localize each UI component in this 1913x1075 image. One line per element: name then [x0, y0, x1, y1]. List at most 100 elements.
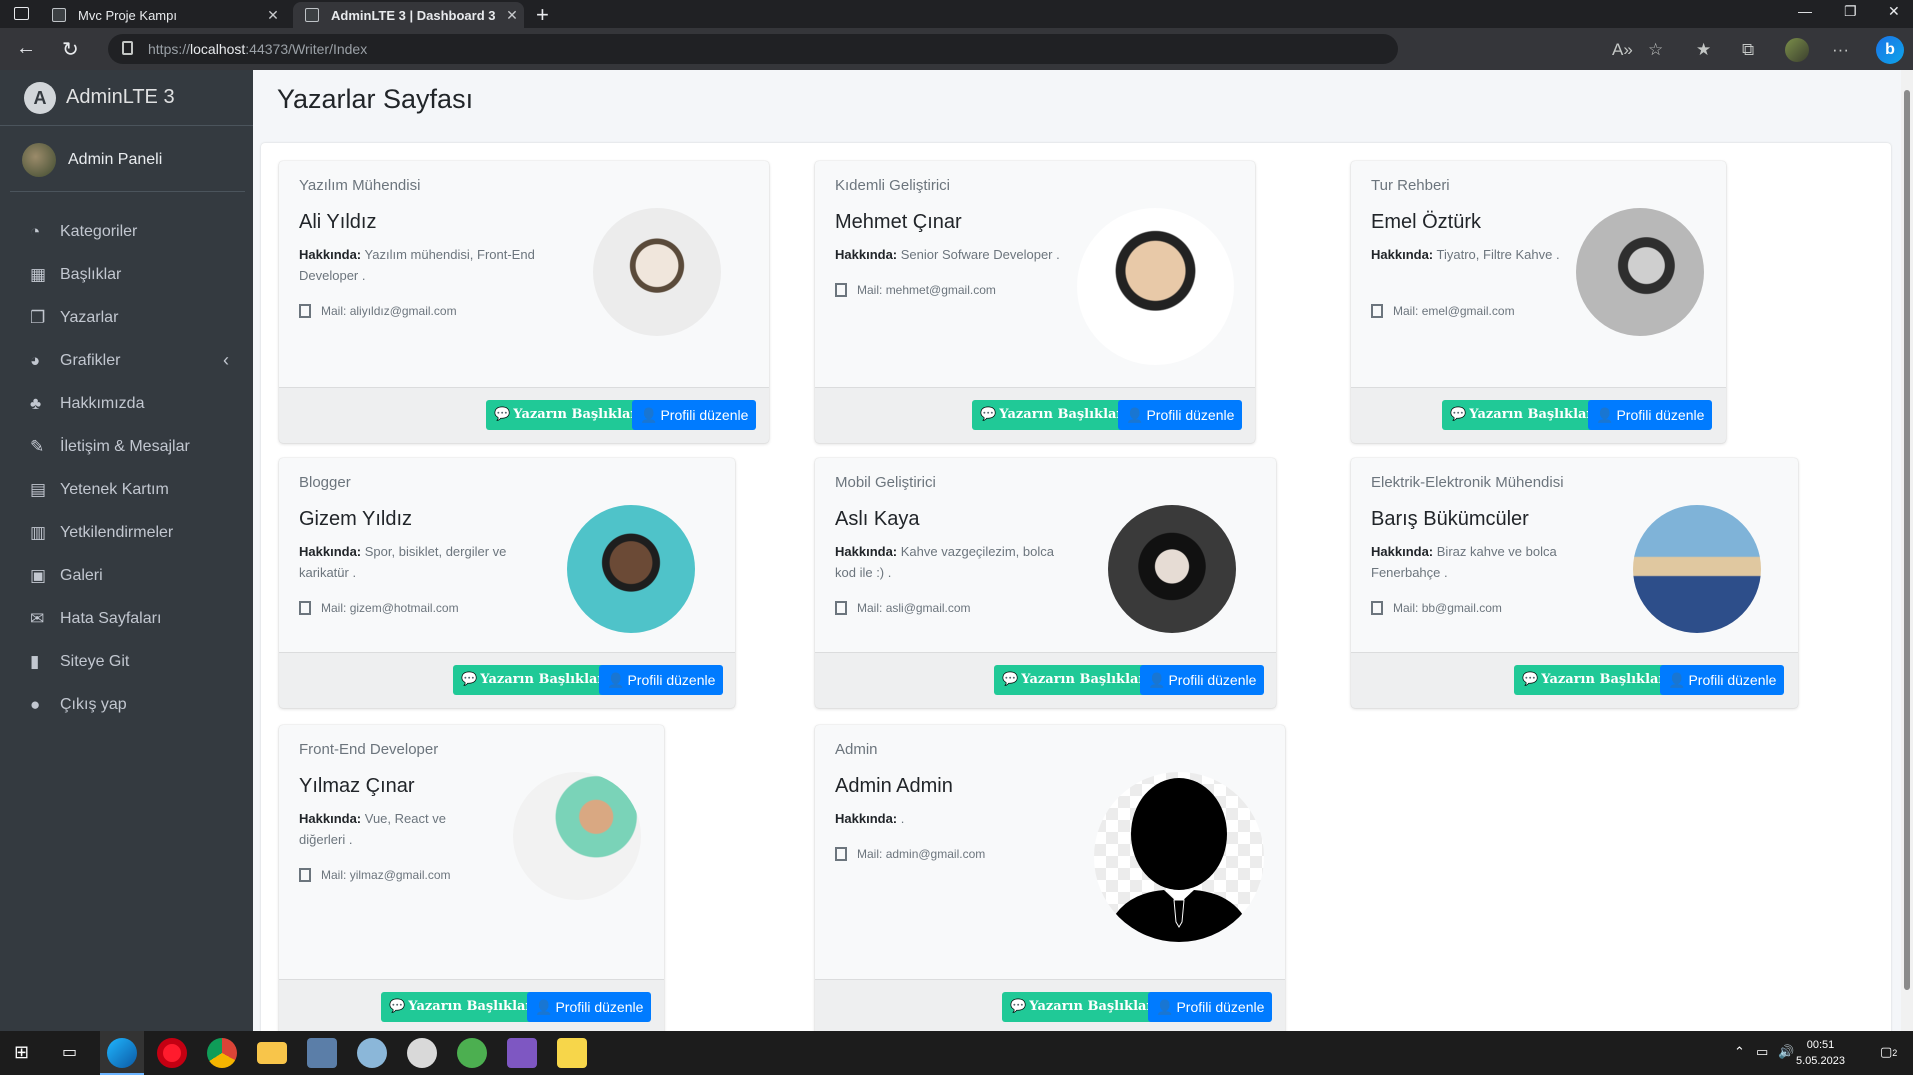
edit-profile-button[interactable]: 👤 Profili düzenle	[632, 400, 757, 430]
sidebar-item-iletisim[interactable]: ✎ İletişim & Mesajlar	[0, 425, 253, 468]
user-panel[interactable]: Admin Paneli	[10, 128, 245, 192]
bing-icon[interactable]: b	[1876, 36, 1904, 64]
card-footer: 💬 Yazarın Başlıkları 👤 Profili düzenle	[1351, 387, 1726, 443]
edit-profile-button[interactable]: 👤 Profili düzenle	[527, 992, 652, 1022]
writer-name: Ali Yıldız	[299, 211, 377, 233]
browser-tab-dashboard[interactable]: AdminLTE 3 | Dashboard 3 ✕	[293, 2, 524, 28]
minimize-icon[interactable]: —	[1798, 3, 1812, 19]
sidebar-item-grafikler[interactable]: ◕ Grafikler ‹	[0, 339, 253, 382]
sidebar-item-yazarlar[interactable]: ❐ Yazarlar	[0, 296, 253, 339]
sidebar-item-label: Başlıklar	[60, 265, 122, 283]
sidebar-item-yetenek-kartim[interactable]: ▤ Yetenek Kartım	[0, 468, 253, 511]
taskbar-clock[interactable]: 00:51 5.05.2023	[1796, 1037, 1845, 1069]
user-icon: 👤	[1148, 673, 1166, 689]
sidebar-item-label: Yetenek Kartım	[60, 480, 169, 498]
mail-label: Mail:	[857, 601, 883, 615]
collections-icon[interactable]: ⧉	[1742, 40, 1754, 60]
sidebar-item-label: Hakkımızda	[60, 394, 145, 412]
writer-titles-button[interactable]: 💬 Yazarın Başlıkları	[1514, 665, 1679, 695]
comments-icon: 💬	[494, 407, 511, 422]
edit-profile-button[interactable]: 👤 Profili düzenle	[599, 665, 724, 695]
writer-name: Yılmaz Çınar	[299, 775, 415, 797]
writer-titles-button[interactable]: 💬 Yazarın Başlıkları	[486, 400, 651, 430]
mail-label: Mail:	[857, 847, 883, 861]
close-tab-icon[interactable]: ✕	[261, 7, 285, 24]
sidebar-item-cikis[interactable]: ● Çıkış yap	[0, 683, 253, 726]
calculator-icon[interactable]	[307, 1038, 337, 1068]
add-favorite-icon[interactable]: ☆	[1648, 40, 1663, 60]
close-window-icon[interactable]: ✕	[1888, 3, 1900, 20]
building-icon	[299, 868, 311, 882]
building-icon	[299, 601, 311, 615]
refresh-icon[interactable]: ↻	[62, 37, 79, 62]
writer-photo	[1633, 505, 1761, 633]
url-scheme: https://	[148, 41, 191, 57]
network-icon[interactable]: ▭	[1756, 1044, 1768, 1060]
utorrent-icon[interactable]	[457, 1038, 487, 1068]
volume-icon[interactable]: 🔊	[1778, 1044, 1794, 1060]
browser-tab-bar: Mvc Proje Kampı ✕ AdminLTE 3 | Dashboard…	[0, 0, 1913, 28]
brand-link[interactable]: A AdminLTE 3	[0, 70, 253, 126]
writer-titles-button[interactable]: 💬 Yazarın Başlıkları	[972, 400, 1137, 430]
user-avatar	[22, 142, 56, 177]
writer-titles-button[interactable]: 💬 Yazarın Başlıkları	[994, 665, 1159, 695]
opera-icon[interactable]	[157, 1038, 187, 1068]
writer-titles-button[interactable]: 💬 Yazarın Başlıkları	[453, 665, 618, 695]
chevron-up-icon[interactable]: ⌃	[1734, 1044, 1745, 1060]
url-bar[interactable]: https://localhost:44373/Writer/Index	[108, 34, 1398, 64]
page-scrollbar[interactable]	[1901, 70, 1913, 1031]
about-label: Hakkında:	[835, 247, 898, 262]
edit-profile-button[interactable]: 👤 Profili düzenle	[1660, 665, 1785, 695]
visual-studio-icon[interactable]	[507, 1038, 537, 1068]
snipping-tool-icon[interactable]	[407, 1038, 437, 1068]
sql-server-icon[interactable]	[557, 1038, 587, 1068]
chevron-left-icon: ‹	[223, 350, 229, 370]
notification-icon[interactable]: ▢2	[1880, 1044, 1897, 1060]
edit-profile-button[interactable]: 👤 Profili düzenle	[1148, 992, 1273, 1022]
writer-role: Tur Rehberi	[1371, 177, 1450, 194]
mail-label: Mail:	[1393, 304, 1419, 318]
scrollbar-thumb[interactable]	[1904, 90, 1910, 990]
writer-photo	[1077, 208, 1234, 365]
new-tab-icon[interactable]: +	[536, 2, 549, 28]
more-icon[interactable]: ···	[1832, 40, 1849, 60]
sidebar-item-siteye-git[interactable]: ▮ Siteye Git	[0, 640, 253, 683]
task-view-icon[interactable]: ▭	[62, 1042, 77, 1062]
browser-tab-mvc[interactable]: Mvc Proje Kampı ✕	[40, 2, 285, 28]
writer-titles-button[interactable]: 💬 Yazarın Başlıkları	[381, 992, 546, 1022]
close-tab-icon[interactable]: ✕	[500, 7, 524, 24]
sidebar-item-basliklar[interactable]: ▦ Başlıklar	[0, 253, 253, 296]
edit-profile-button[interactable]: 👤 Profili düzenle	[1588, 400, 1713, 430]
about-label: Hakkında:	[1371, 247, 1434, 262]
sidebar-item-kategoriler[interactable]: ◔ Kategoriler	[0, 210, 253, 253]
tab-actions-icon[interactable]	[14, 7, 29, 20]
sidebar-item-hakkimizda[interactable]: ♣ Hakkımızda	[0, 382, 253, 425]
edit-profile-button[interactable]: 👤 Profili düzenle	[1118, 400, 1243, 430]
windows-start-icon[interactable]: ⊞	[14, 1042, 29, 1063]
edit-profile-button[interactable]: 👤 Profili düzenle	[1140, 665, 1265, 695]
writer-titles-button[interactable]: 💬 Yazarın Başlıkları	[1002, 992, 1167, 1022]
writer-titles-button[interactable]: 💬 Yazarın Başlıkları	[1442, 400, 1607, 430]
clock-time: 00:51	[1806, 1039, 1835, 1051]
writer-name: Aslı Kaya	[835, 508, 920, 530]
writer-about: Hakkında: Yazılım mühendisi, Front-End D…	[299, 244, 564, 286]
writer-role: Mobil Geliştirici	[835, 474, 936, 491]
paint-icon[interactable]	[357, 1038, 387, 1068]
writer-card: Blogger Gizem Yıldız Hakkında: Spor, bis…	[279, 458, 735, 708]
read-aloud-icon[interactable]: A»	[1612, 40, 1633, 60]
writer-card: Yazılım Mühendisi Ali Yıldız Hakkında: Y…	[279, 161, 769, 443]
sidebar-item-yetkilendirmeler[interactable]: ▥ Yetkilendirmeler	[0, 511, 253, 554]
card-footer: 💬 Yazarın Başlıkları 👤 Profili düzenle	[279, 979, 664, 1031]
restore-icon[interactable]: ❐	[1844, 3, 1857, 20]
mail-label: Mail:	[321, 304, 347, 318]
chrome-icon[interactable]	[207, 1038, 237, 1068]
sidebar-item-galeri[interactable]: ▣ Galeri	[0, 554, 253, 597]
back-icon[interactable]: ←	[16, 37, 36, 60]
profile-avatar[interactable]	[1785, 38, 1809, 62]
sidebar-item-hata-sayfalari[interactable]: ✉ Hata Sayfaları	[0, 597, 253, 640]
writer-photo	[593, 208, 721, 336]
favorites-icon[interactable]: ★	[1696, 40, 1711, 60]
address-toolbar: ← ↻ https://localhost:44373/Writer/Index…	[0, 28, 1913, 70]
file-explorer-icon[interactable]	[257, 1042, 287, 1064]
about-text: Senior Sofware Developer .	[900, 247, 1060, 262]
